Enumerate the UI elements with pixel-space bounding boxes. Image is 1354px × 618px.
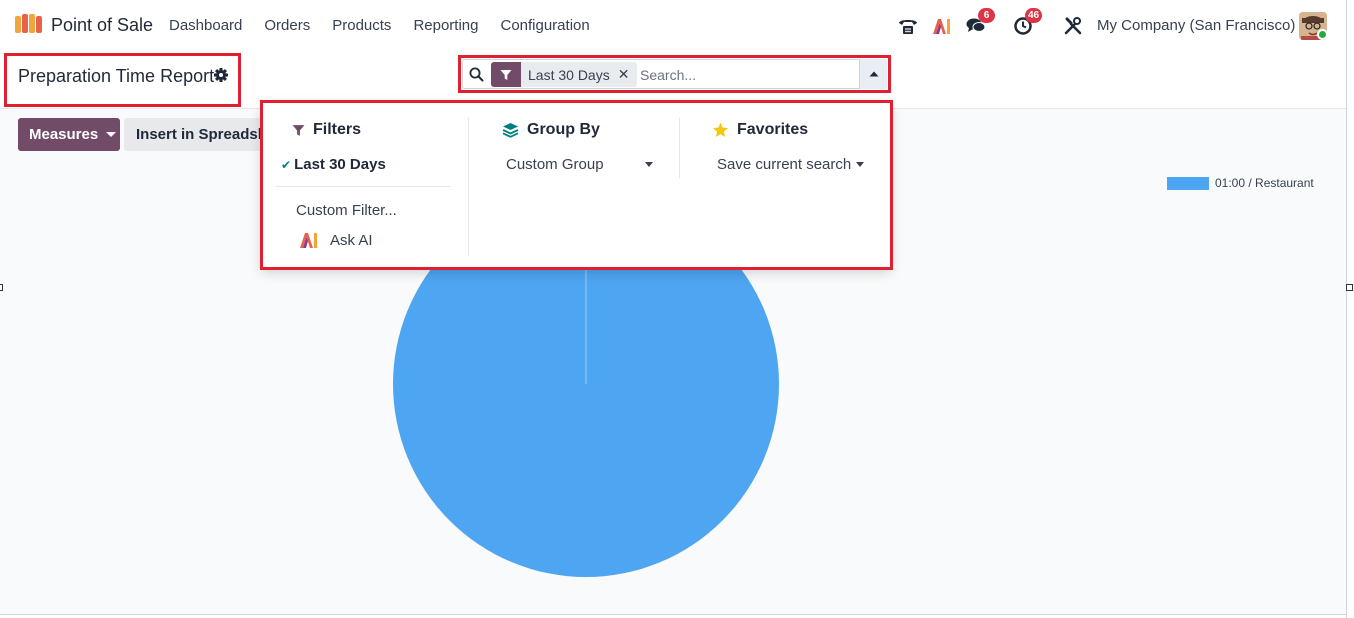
layers-icon bbox=[502, 123, 519, 138]
checkmark-icon: ✔ bbox=[281, 158, 292, 172]
window-edge-bottom bbox=[0, 614, 1346, 618]
filter-facet-icon bbox=[491, 62, 521, 87]
custom-group-caret-icon bbox=[645, 162, 653, 167]
custom-filter-item[interactable]: Custom Filter... bbox=[296, 202, 397, 219]
online-status-dot bbox=[1317, 29, 1328, 40]
facet-remove-button[interactable]: ✕ bbox=[618, 66, 638, 83]
menu-item-products[interactable]: Products bbox=[332, 17, 391, 34]
debug-tools-systray[interactable] bbox=[1064, 12, 1082, 40]
search-facet-filter[interactable]: Last 30 Days ✕ bbox=[491, 62, 638, 87]
menu-item-orders[interactable]: Orders bbox=[264, 17, 310, 34]
save-current-search-item[interactable]: Save current search bbox=[717, 156, 851, 173]
gear-icon[interactable] bbox=[214, 68, 228, 82]
column-divider bbox=[679, 118, 680, 178]
search-icon[interactable] bbox=[469, 67, 484, 82]
star-icon bbox=[712, 122, 729, 137]
ai-icon bbox=[300, 233, 317, 248]
ask-ai-item[interactable]: Ask AI bbox=[298, 231, 373, 249]
favorites-title: Favorites bbox=[737, 121, 809, 138]
main-menu: Dashboard Orders Products Reporting Conf… bbox=[169, 17, 590, 34]
measures-button[interactable]: Measures bbox=[18, 118, 120, 151]
menu-item-reporting[interactable]: Reporting bbox=[413, 17, 478, 34]
facet-label: Last 30 Days bbox=[528, 66, 610, 83]
column-divider bbox=[468, 118, 469, 256]
measures-label: Measures bbox=[29, 126, 99, 143]
legend-swatch[interactable] bbox=[1167, 176, 1209, 190]
activity-count-badge: 46 bbox=[1025, 8, 1043, 23]
activity-systray[interactable]: 46 bbox=[1013, 8, 1043, 40]
caret-up-icon bbox=[869, 71, 878, 77]
filter-last-30-days-label: Last 30 Days bbox=[294, 156, 386, 173]
ai-systray[interactable] bbox=[932, 12, 952, 40]
app-name[interactable]: Point of Sale bbox=[51, 15, 153, 36]
funnel-icon bbox=[500, 69, 512, 80]
legend-label: 01:00 / Restaurant bbox=[1215, 176, 1314, 190]
menu-item-dashboard[interactable]: Dashboard bbox=[169, 17, 242, 34]
caret-down-icon bbox=[106, 132, 117, 137]
chat-count-badge: 6 bbox=[978, 8, 995, 23]
phone-systray[interactable] bbox=[897, 12, 919, 40]
phone-icon bbox=[899, 20, 917, 34]
menu-item-configuration[interactable]: Configuration bbox=[500, 17, 589, 34]
ask-ai-label: Ask AI bbox=[330, 231, 373, 249]
resize-handle-right[interactable] bbox=[1346, 284, 1353, 291]
tools-icon bbox=[1064, 17, 1082, 35]
chart-legend: 01:00 / Restaurant bbox=[1167, 176, 1314, 190]
insert-spreadsheet-label: Insert in Spreadsheet bbox=[136, 126, 274, 143]
company-switcher[interactable]: My Company (San Francisco) bbox=[1097, 17, 1295, 34]
filters-header: Filters bbox=[292, 121, 361, 139]
point-of-sale-logo-icon[interactable] bbox=[14, 13, 44, 35]
filter-last-30-days[interactable]: ✔ Last 30 Days bbox=[281, 156, 386, 173]
page-title: Preparation Time Report bbox=[18, 66, 215, 86]
top-navbar: Point of Sale Dashboard Orders Products … bbox=[0, 0, 1346, 52]
favorites-header: Favorites bbox=[712, 121, 808, 139]
custom-group-select[interactable]: Custom Group bbox=[506, 156, 604, 173]
save-search-caret-icon bbox=[856, 162, 864, 167]
search-input[interactable] bbox=[640, 64, 850, 86]
filters-title: Filters bbox=[313, 121, 362, 138]
insert-spreadsheet-button[interactable]: Insert in Spreadsheet bbox=[124, 118, 274, 151]
window-edge-right bbox=[1346, 0, 1354, 618]
resize-handle-left[interactable] bbox=[0, 284, 3, 291]
messages-systray[interactable]: 6 bbox=[966, 8, 995, 40]
group-by-title: Group By bbox=[527, 121, 600, 138]
group-by-header: Group By bbox=[502, 121, 600, 139]
ai-icon bbox=[933, 19, 950, 34]
funnel-icon bbox=[292, 124, 305, 136]
filters-divider bbox=[276, 186, 451, 187]
search-panel-toggle[interactable] bbox=[859, 59, 887, 89]
